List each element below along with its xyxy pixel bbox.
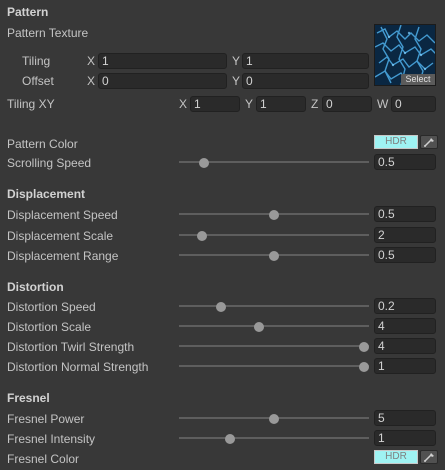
pattern-color-label: Pattern Color bbox=[7, 137, 78, 151]
displacement-range-field[interactable]: 0.5 bbox=[374, 247, 436, 263]
pattern-color-picker-button[interactable] bbox=[420, 135, 438, 149]
displacement-scale-slider-handle[interactable] bbox=[196, 231, 207, 241]
tiling-x-field[interactable]: 1 bbox=[98, 53, 227, 69]
fresnel-intensity-field[interactable]: 1 bbox=[374, 430, 436, 446]
scrolling-speed-field[interactable]: 0.5 bbox=[374, 154, 436, 170]
displacement-speed-slider-handle[interactable] bbox=[269, 210, 279, 220]
distortion-scale-field[interactable]: 4 bbox=[374, 318, 436, 334]
tiling-xy-w-axis-label[interactable]: W bbox=[377, 97, 388, 111]
tiling-xy-w-field[interactable]: 0 bbox=[391, 96, 436, 112]
distortion-scale-slider-track[interactable] bbox=[179, 325, 369, 327]
distortion-twirl-strength-label: Distortion Twirl Strength bbox=[7, 340, 135, 354]
fresnel-power-label: Fresnel Power bbox=[7, 412, 85, 426]
pattern-texture-thumbnail[interactable]: Select bbox=[374, 24, 436, 86]
eyedropper-icon bbox=[424, 138, 434, 147]
eyedropper-icon bbox=[424, 453, 434, 462]
displacement-scale-slider-track[interactable] bbox=[179, 234, 369, 236]
tiling-x-axis-label[interactable]: X bbox=[87, 54, 95, 68]
offset-y-field[interactable]: 0 bbox=[242, 73, 369, 89]
fresnel-color-swatch[interactable]: HDR bbox=[374, 450, 418, 464]
displacement-range-label: Displacement Range bbox=[7, 249, 119, 263]
texture-select-button[interactable]: Select bbox=[401, 74, 435, 85]
distortion-twirl-strength-slider-handle[interactable] bbox=[359, 342, 369, 352]
distortion-speed-slider-track[interactable] bbox=[179, 305, 369, 307]
displacement-range-slider-handle[interactable] bbox=[269, 251, 279, 261]
displacement-speed-field[interactable]: 0.5 bbox=[374, 206, 436, 222]
tiling-y-field[interactable]: 1 bbox=[242, 53, 369, 69]
distortion-speed-field[interactable]: 0.2 bbox=[374, 298, 436, 314]
distortion-scale-slider-handle[interactable] bbox=[253, 322, 264, 332]
fresnel-intensity-slider-track[interactable] bbox=[179, 437, 369, 439]
displacement-speed-label: Displacement Speed bbox=[7, 208, 118, 222]
tiling-xy-x-field[interactable]: 1 bbox=[190, 96, 240, 112]
distortion-twirl-strength-slider-track[interactable] bbox=[179, 345, 369, 347]
pattern-texture-label: Pattern Texture bbox=[7, 26, 89, 40]
fresnel-power-slider-handle[interactable] bbox=[269, 414, 279, 424]
fresnel-color-picker-button[interactable] bbox=[420, 450, 438, 464]
distortion-normal-strength-slider-handle[interactable] bbox=[359, 362, 369, 372]
tiling-xy-x-axis-label[interactable]: X bbox=[179, 97, 187, 111]
distortion-normal-strength-field[interactable]: 1 bbox=[374, 358, 436, 374]
distortion-speed-slider-handle[interactable] bbox=[215, 302, 226, 312]
offset-y-axis-label[interactable]: Y bbox=[232, 74, 240, 88]
fresnel-intensity-slider-handle[interactable] bbox=[225, 434, 236, 444]
scrolling-speed-label: Scrolling Speed bbox=[7, 156, 92, 170]
displacement-scale-field[interactable]: 2 bbox=[374, 227, 436, 243]
tiling-xy-z-field[interactable]: 0 bbox=[322, 96, 372, 112]
fresnel-color-label: Fresnel Color bbox=[7, 452, 80, 466]
section-header-fresnel[interactable]: Fresnel bbox=[7, 391, 50, 405]
section-header-distortion[interactable]: Distortion bbox=[7, 280, 64, 294]
tiling-y-axis-label[interactable]: Y bbox=[232, 54, 240, 68]
offset-label: Offset bbox=[22, 74, 54, 88]
fresnel-intensity-label: Fresnel Intensity bbox=[7, 432, 96, 446]
pattern-color-swatch[interactable]: HDR bbox=[374, 135, 418, 149]
tiling-label: Tiling bbox=[22, 54, 51, 68]
tiling-xy-z-axis-label[interactable]: Z bbox=[311, 97, 318, 111]
tiling-xy-label: Tiling XY bbox=[7, 97, 55, 111]
offset-x-field[interactable]: 0 bbox=[98, 73, 227, 89]
distortion-scale-label: Distortion Scale bbox=[7, 320, 92, 334]
distortion-normal-strength-slider-track[interactable] bbox=[179, 365, 369, 367]
displacement-scale-label: Displacement Scale bbox=[7, 229, 114, 243]
distortion-speed-label: Distortion Speed bbox=[7, 300, 96, 314]
fresnel-power-field[interactable]: 5 bbox=[374, 410, 436, 426]
section-header-pattern[interactable]: Pattern bbox=[7, 5, 48, 19]
distortion-twirl-strength-field[interactable]: 4 bbox=[374, 338, 436, 354]
tiling-xy-y-field[interactable]: 1 bbox=[256, 96, 306, 112]
distortion-normal-strength-label: Distortion Normal Strength bbox=[7, 360, 149, 374]
scrolling-speed-slider-handle[interactable] bbox=[198, 158, 209, 168]
tiling-xy-y-axis-label[interactable]: Y bbox=[245, 97, 253, 111]
section-header-displacement[interactable]: Displacement bbox=[7, 187, 85, 201]
offset-x-axis-label[interactable]: X bbox=[87, 74, 95, 88]
